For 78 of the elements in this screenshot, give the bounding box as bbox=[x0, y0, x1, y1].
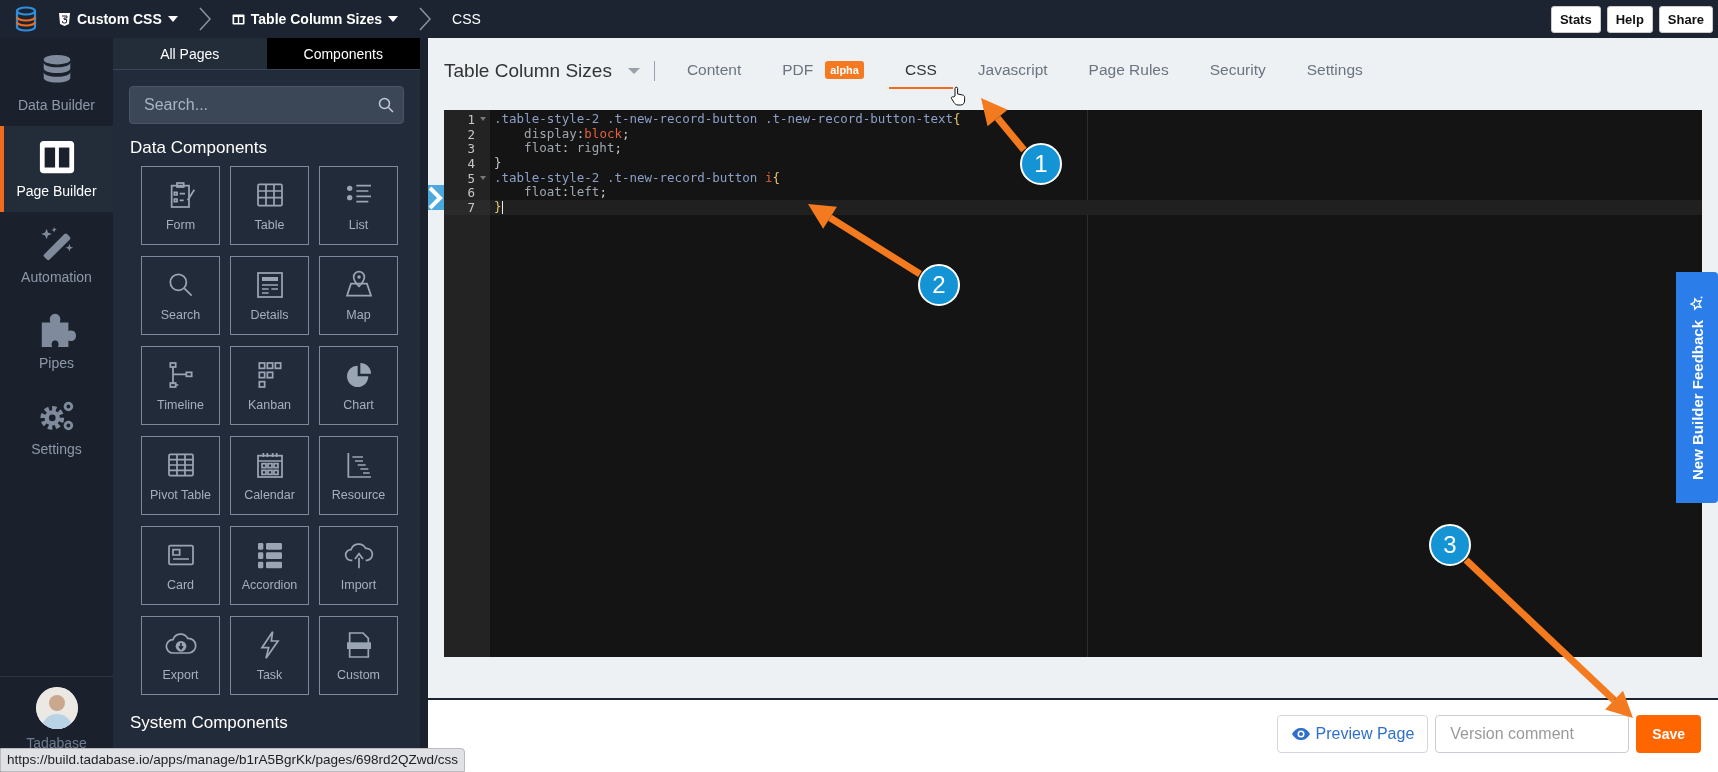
caret-icon[interactable] bbox=[627, 68, 640, 74]
tab[interactable]: PDF alpha bbox=[766, 53, 880, 89]
tab[interactable]: Javascript bbox=[961, 53, 1064, 89]
sparkle-star-icon bbox=[1689, 295, 1705, 312]
component-tile[interactable]: Table bbox=[230, 166, 309, 245]
avatar bbox=[35, 687, 78, 729]
alpha-badge: alpha bbox=[825, 61, 864, 79]
component-tile[interactable]: Custom bbox=[319, 616, 398, 695]
hand-cursor-icon bbox=[950, 86, 966, 106]
section-heading: System Components bbox=[130, 713, 289, 733]
component-tile[interactable]: Chart bbox=[319, 346, 398, 425]
tab[interactable]: CSS bbox=[888, 53, 953, 89]
line-gutter: 2 bbox=[466, 126, 476, 142]
html5-icon bbox=[58, 12, 71, 26]
toolbar-button[interactable]: Share bbox=[1658, 5, 1713, 33]
page-title: Table Column Sizes bbox=[444, 60, 612, 82]
line-gutter: 3 bbox=[466, 141, 476, 157]
tab[interactable]: Content bbox=[670, 53, 758, 89]
fold-caret-icon[interactable] bbox=[480, 175, 486, 180]
component-tile[interactable]: Timeline bbox=[141, 346, 220, 425]
breadcrumb[interactable]: CSS bbox=[452, 11, 481, 27]
status-url: https://build.tadabase.io/apps/manage/b1rA5BgrKk/pages/698rd2QZwd/css bbox=[0, 748, 466, 772]
preview-button[interactable]: Preview Page bbox=[1276, 715, 1429, 753]
line-gutter: 1 bbox=[444, 112, 490, 127]
nav-item[interactable]: Settings bbox=[0, 384, 113, 470]
nav-item[interactable]: Data Builder bbox=[0, 40, 113, 126]
component-tile[interactable]: Export bbox=[141, 616, 220, 695]
search-field[interactable]: Search... bbox=[129, 86, 404, 124]
nav-item[interactable]: Pipes bbox=[0, 298, 113, 384]
code-line: } bbox=[494, 200, 503, 215]
line-gutter: 7 bbox=[444, 200, 490, 215]
tab[interactable]: Page Rules bbox=[1072, 53, 1185, 89]
search-icon bbox=[378, 97, 394, 113]
component-tile[interactable]: Details bbox=[230, 256, 309, 335]
line-gutter: 5 bbox=[444, 170, 490, 186]
component-tile[interactable]: Pivot Table bbox=[141, 436, 220, 515]
feedback-tab[interactable]: New Builder Feedback bbox=[1676, 272, 1718, 503]
component-tile[interactable]: List bbox=[319, 166, 398, 245]
comment-field[interactable]: Version comment bbox=[1435, 715, 1630, 753]
nav-item[interactable]: Page Builder bbox=[0, 126, 113, 212]
chevron-right-icon bbox=[197, 7, 212, 31]
user-name: Tadabase bbox=[26, 735, 87, 751]
fold-caret-icon[interactable] bbox=[480, 117, 486, 121]
caret-icon bbox=[167, 16, 178, 22]
chevron-right-icon bbox=[428, 185, 444, 210]
code-line: } bbox=[494, 156, 502, 171]
tab[interactable]: Settings bbox=[1290, 53, 1379, 89]
component-tile[interactable]: Kanban bbox=[230, 346, 309, 425]
component-tile[interactable]: Map bbox=[319, 256, 398, 335]
line-gutter: 4 bbox=[466, 156, 476, 171]
code-line: .table-style-2 .t-new-record-button .t-new-record-button-text{ bbox=[494, 112, 961, 127]
toolbar-button[interactable]: Stats bbox=[1550, 5, 1601, 33]
panel-tab[interactable]: Components bbox=[266, 38, 420, 69]
callout-arrow bbox=[981, 98, 1027, 153]
component-tile[interactable]: Search bbox=[141, 256, 220, 335]
expand-handle[interactable] bbox=[428, 185, 444, 210]
code-line: float: right; bbox=[523, 141, 622, 157]
code-line: display:block; bbox=[524, 126, 630, 142]
breadcrumb[interactable]: Custom CSS bbox=[58, 11, 178, 27]
nav-item[interactable]: Automation bbox=[0, 212, 113, 298]
code-line: .table-style-2 .t-new-record-button i{ bbox=[494, 170, 780, 186]
section-heading: Data Components bbox=[130, 138, 269, 158]
component-tile[interactable]: Form bbox=[141, 166, 220, 245]
code-line: float:left; bbox=[524, 185, 607, 201]
eye-icon bbox=[1290, 727, 1311, 741]
line-gutter: 6 bbox=[466, 185, 476, 201]
toolbar-button[interactable]: Help bbox=[1606, 5, 1653, 33]
tab[interactable]: Security bbox=[1193, 53, 1282, 89]
component-tile[interactable]: Resource bbox=[319, 436, 398, 515]
component-tile[interactable]: Task bbox=[230, 616, 309, 695]
component-tile[interactable]: Calendar bbox=[230, 436, 309, 515]
component-tile[interactable]: Import bbox=[319, 526, 398, 605]
caret-icon bbox=[388, 16, 398, 22]
chevron-right-icon bbox=[418, 7, 432, 31]
columns-icon bbox=[231, 12, 245, 26]
component-tile[interactable]: Accordion bbox=[230, 526, 309, 605]
component-tile[interactable]: Card bbox=[141, 526, 220, 605]
breadcrumb[interactable]: Table Column Sizes bbox=[231, 11, 398, 27]
